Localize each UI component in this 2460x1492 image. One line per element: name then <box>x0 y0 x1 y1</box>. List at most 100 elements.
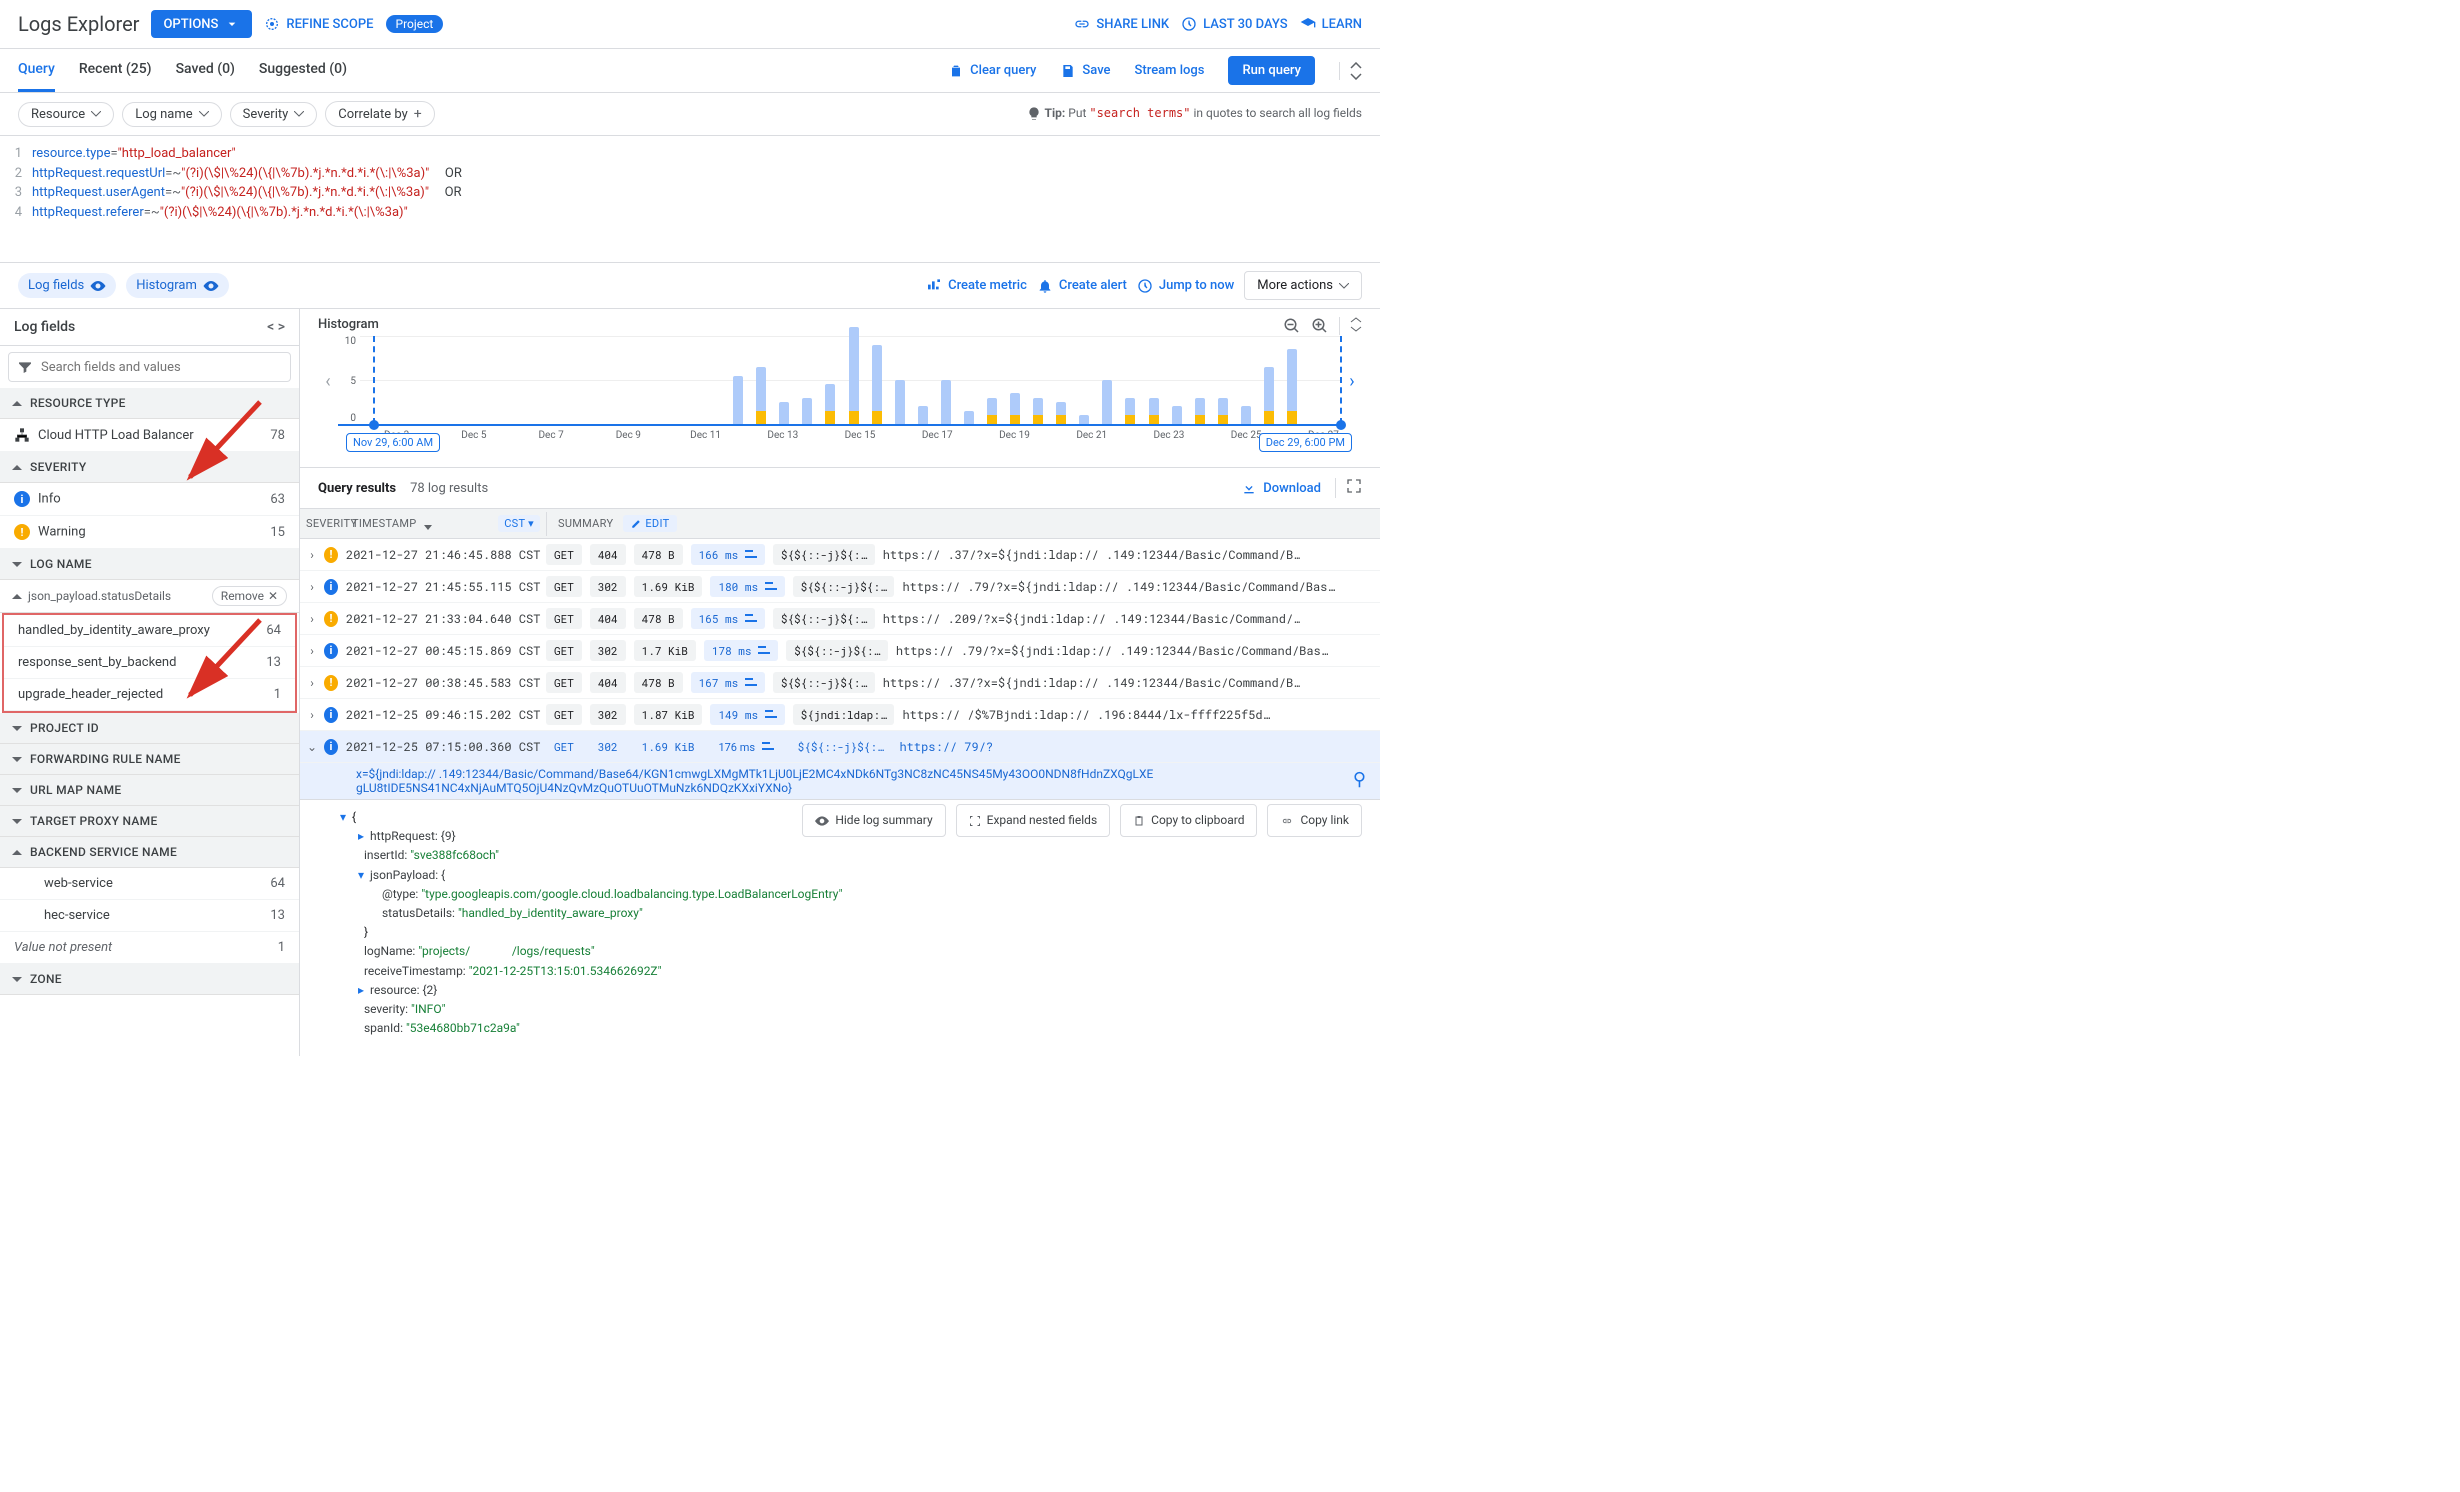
expand-nested-button[interactable]: Expand nested fields <box>956 804 1111 837</box>
histogram-bar[interactable] <box>733 376 743 424</box>
field-item-upgrade-rejected[interactable]: upgrade_header_rejected1 <box>4 679 295 711</box>
log-name-filter[interactable]: Log name <box>122 102 221 127</box>
histogram-bar[interactable] <box>872 345 882 424</box>
code-toggle-icon[interactable]: < > <box>267 319 285 335</box>
histogram-bar[interactable] <box>1033 398 1043 424</box>
field-item-info[interactable]: iInfo63 <box>0 483 299 516</box>
section-resource-type[interactable]: RESOURCE TYPE <box>0 388 299 419</box>
histogram-bar[interactable] <box>825 384 835 424</box>
expand-icon[interactable]: › <box>300 580 324 594</box>
json-payload-header[interactable]: json_payload.statusDetails Remove ✕ <box>0 580 299 613</box>
log-row[interactable]: ›!2021-12-27 00:38:45.583 CSTGET404478 B… <box>300 667 1380 699</box>
histogram-bar[interactable] <box>895 380 905 424</box>
tab-query[interactable]: Query <box>18 49 55 92</box>
log-row[interactable]: ›!2021-12-27 21:33:04.640 CSTGET404478 B… <box>300 603 1380 635</box>
histogram-bar[interactable] <box>1195 398 1205 424</box>
more-actions-button[interactable]: More actions <box>1244 271 1362 300</box>
download-button[interactable]: Download <box>1241 480 1321 496</box>
log-row[interactable]: ›i2021-12-27 21:45:55.115 CSTGET3021.69 … <box>300 571 1380 603</box>
field-item-web-service[interactable]: web-service64 <box>0 868 299 900</box>
histogram-bar[interactable] <box>1241 406 1251 424</box>
query-editor[interactable]: 1resource.type="http_load_balancer" 2htt… <box>0 136 1380 263</box>
fullscreen-icon[interactable] <box>1335 478 1362 498</box>
section-project-id[interactable]: PROJECT ID <box>0 713 299 744</box>
field-item-handled[interactable]: handled_by_identity_aware_proxy64 <box>4 615 295 647</box>
section-log-name[interactable]: LOG NAME <box>0 549 299 580</box>
log-row[interactable]: ›i2021-12-25 09:46:15.202 CSTGET3021.87 … <box>300 699 1380 731</box>
create-alert-button[interactable]: Create alert <box>1037 278 1127 294</box>
tab-recent[interactable]: Recent (25) <box>79 49 152 92</box>
histogram-bar[interactable] <box>1079 415 1089 424</box>
expand-icon[interactable]: › <box>300 708 324 722</box>
clear-query-button[interactable]: Clear query <box>948 63 1036 79</box>
range-start-label[interactable]: Nov 29, 6:00 AM <box>346 433 440 452</box>
range-end-label[interactable]: Dec 29, 6:00 PM <box>1259 433 1352 452</box>
histogram-bar[interactable] <box>1125 398 1135 424</box>
log-row[interactable]: ›!2021-12-27 21:46:45.888 CSTGET404478 B… <box>300 539 1380 571</box>
expand-icon[interactable]: › <box>300 612 324 626</box>
learn-button[interactable]: LEARN <box>1300 16 1362 32</box>
histogram-bar[interactable] <box>1102 380 1112 424</box>
histogram-bar[interactable] <box>802 398 812 424</box>
fields-search-input[interactable] <box>41 360 282 375</box>
refine-scope-button[interactable]: REFINE SCOPE <box>264 16 373 32</box>
section-zone[interactable]: ZONE <box>0 964 299 995</box>
log-row-selected[interactable]: ⌄ i 2021-12-25 07:15:00.360 CST GET 302 … <box>300 731 1380 763</box>
severity-filter[interactable]: Severity <box>230 102 318 127</box>
histogram-toggle[interactable]: Histogram <box>126 273 229 298</box>
edit-summary-button[interactable]: EDIT <box>623 515 677 532</box>
histogram-bar[interactable] <box>1218 398 1228 424</box>
histogram-bar[interactable] <box>918 406 928 424</box>
field-item-response-sent[interactable]: response_sent_by_backend13 <box>4 647 295 679</box>
field-item-warning[interactable]: !Warning15 <box>0 516 299 549</box>
histogram-bar[interactable] <box>1056 402 1066 424</box>
expand-icon[interactable]: › <box>300 644 324 658</box>
expand-icon[interactable]: › <box>300 548 324 562</box>
histogram-next[interactable]: › <box>1342 371 1362 392</box>
timezone-chip[interactable]: CST ▾ <box>498 515 540 532</box>
collapse-icon[interactable]: ⌄ <box>300 740 324 754</box>
histogram-bar[interactable] <box>1149 398 1159 424</box>
hide-log-summary-button[interactable]: Hide log summary <box>802 804 945 837</box>
histogram-bar[interactable] <box>987 398 997 424</box>
histogram-bar[interactable] <box>1010 393 1020 424</box>
log-fields-toggle[interactable]: Log fields <box>18 273 116 298</box>
remove-button[interactable]: Remove ✕ <box>212 586 287 606</box>
copy-clipboard-button[interactable]: Copy to clipboard <box>1120 804 1257 837</box>
field-item-hec-service[interactable]: hec-service13 <box>0 900 299 932</box>
resource-filter[interactable]: Resource <box>18 102 114 127</box>
save-button[interactable]: Save <box>1060 63 1110 79</box>
log-row[interactable]: ›i2021-12-27 00:45:15.869 CSTGET3021.7 K… <box>300 635 1380 667</box>
section-url-map[interactable]: URL MAP NAME <box>0 775 299 806</box>
zoom-in-icon[interactable] <box>1311 317 1329 335</box>
section-target-proxy[interactable]: TARGET PROXY NAME <box>0 806 299 837</box>
histogram-bar[interactable] <box>1172 406 1182 424</box>
share-link-button[interactable]: SHARE LINK <box>1074 16 1169 32</box>
histogram-chart[interactable]: 10 5 0 Nov 29, 6:00 AM Dec 29, 6:00 PM <box>338 336 1342 426</box>
jump-to-now-button[interactable]: Jump to now <box>1137 278 1234 294</box>
section-backend[interactable]: BACKEND SERVICE NAME <box>0 837 299 868</box>
histogram-bar[interactable] <box>756 367 766 424</box>
options-button[interactable]: OPTIONS <box>151 10 252 38</box>
create-metric-button[interactable]: Create metric <box>926 278 1027 294</box>
histogram-bar[interactable] <box>779 402 789 424</box>
histogram-bar[interactable] <box>1264 367 1274 424</box>
histogram-bar[interactable] <box>1287 349 1297 424</box>
section-fwd-rule[interactable]: FORWARDING RULE NAME <box>0 744 299 775</box>
histogram-bar[interactable] <box>849 327 859 424</box>
tab-saved[interactable]: Saved (0) <box>176 49 235 92</box>
zoom-out-icon[interactable] <box>1283 317 1301 335</box>
tab-suggested[interactable]: Suggested (0) <box>259 49 347 92</box>
run-query-button[interactable]: Run query <box>1228 56 1315 85</box>
col-timestamp[interactable]: TIMESTAMP CST ▾ <box>346 509 546 538</box>
time-range-button[interactable]: LAST 30 DAYS <box>1181 16 1287 32</box>
histogram-prev[interactable]: ‹ <box>318 371 338 392</box>
field-item-resource[interactable]: Cloud HTTP Load Balancer 78 <box>0 419 299 452</box>
pin-icon[interactable]: ⚲ <box>1353 769 1366 790</box>
copy-link-button[interactable]: Copy link <box>1267 804 1362 837</box>
expand-icon[interactable]: › <box>300 676 324 690</box>
histogram-bar[interactable] <box>964 411 974 424</box>
stream-logs-button[interactable]: Stream logs <box>1135 63 1205 78</box>
resize-icon[interactable] <box>1350 317 1362 335</box>
correlate-filter[interactable]: Correlate by+ <box>325 101 434 127</box>
